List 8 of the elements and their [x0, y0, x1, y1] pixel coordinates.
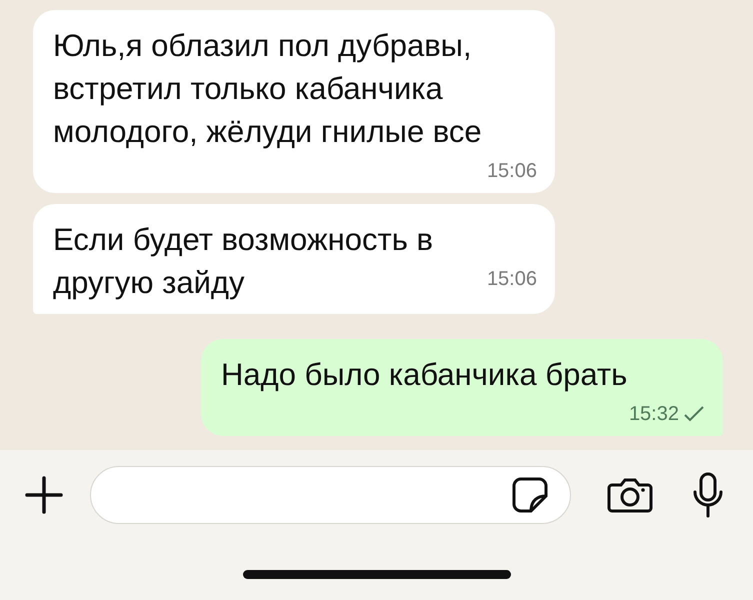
plus-icon[interactable] [24, 475, 64, 515]
sticker-icon[interactable] [512, 477, 548, 513]
camera-icon[interactable] [607, 477, 653, 513]
message-time: 15:06 [486, 267, 537, 291]
message-time: 15:06 [486, 159, 537, 183]
message-time: 15:32 [628, 402, 679, 426]
microphone-icon[interactable] [693, 472, 723, 518]
message-text: Если будет возможность в другую зайду 15:06 [53, 221, 537, 302]
